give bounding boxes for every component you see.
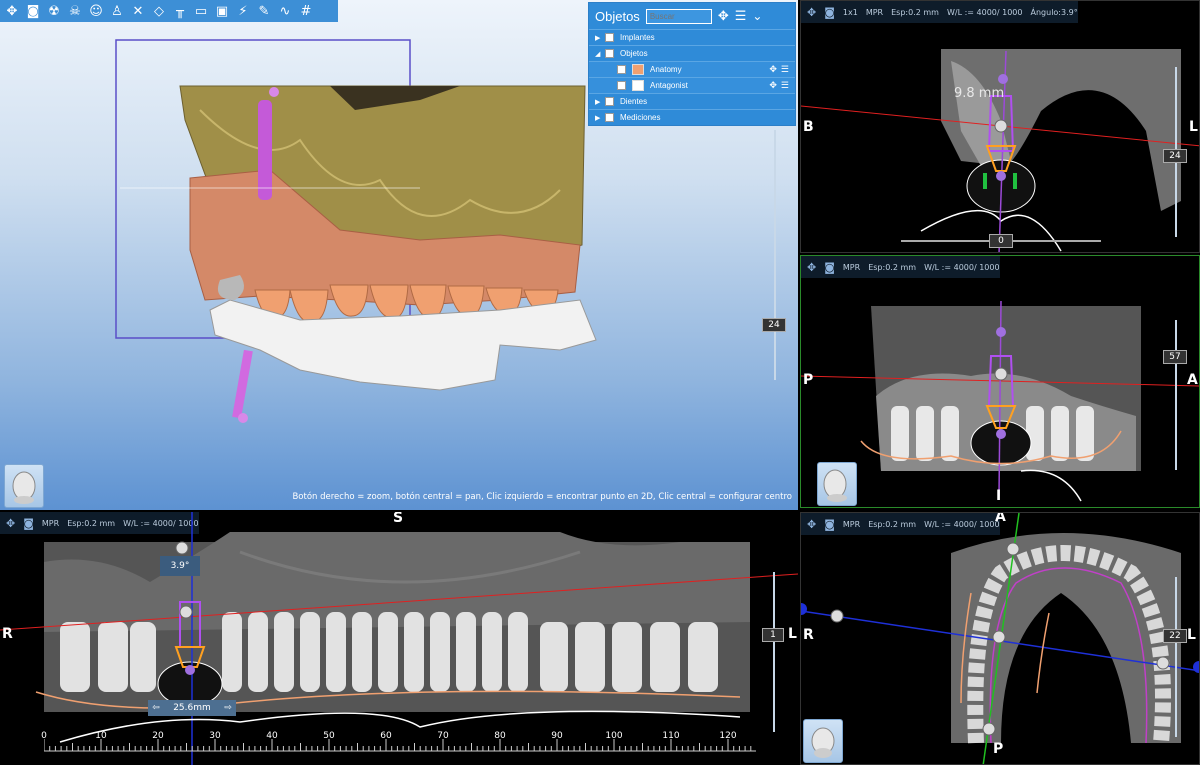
ruler-label: 100 — [605, 731, 623, 741]
view-panoramic[interactable]: ✥ ◙ MPR Esp:0.2 mm W/L := 4000/ 1000 3.9… — [0, 512, 798, 765]
tree-item-label: Implantes — [620, 33, 655, 42]
slice-slider-value[interactable]: 22 — [1163, 629, 1187, 643]
tree-item-label: Objetos — [620, 49, 648, 58]
slice-slider-track[interactable] — [773, 572, 775, 732]
slice-slider-track[interactable] — [1175, 577, 1177, 737]
expand-icon[interactable]: ▶ — [595, 34, 605, 42]
list-icon[interactable]: ☰ — [735, 9, 747, 24]
move-icon[interactable]: ✥ — [769, 64, 777, 75]
view-axial[interactable]: ✥ ◙ MPR Esp:0.2 mm W/L := 4000/ 1000 A R… — [800, 512, 1200, 765]
orientation-label-bottom: P — [993, 741, 1004, 757]
expand-icon[interactable]: ▶ — [595, 114, 605, 122]
view-sagittal[interactable]: ✥ ◙ MPR Esp:0.2 mm W/L := 4000/ 1000 P A… — [800, 255, 1200, 508]
objects-title: Objetos — [595, 8, 640, 24]
lower-jaw — [209, 299, 597, 391]
orientation-label-right: L — [1187, 627, 1196, 643]
tree-item-implantes[interactable]: ▶ Implantes — [589, 29, 795, 45]
tree-item-anatomy[interactable]: Anatomy ✥ ☰ — [589, 61, 795, 77]
tree-item-objetos[interactable]: ◢ Objetos — [589, 45, 795, 61]
chevron-down-icon[interactable]: ⌄ — [752, 9, 762, 23]
tree-item-label: Mediciones — [620, 113, 661, 122]
tree-item-antagonist[interactable]: Antagonist ✥ ☰ — [589, 77, 795, 93]
tree-item-label: Dientes — [620, 97, 648, 106]
head-icon — [12, 471, 36, 504]
head-top-icon — [811, 727, 835, 758]
ct-image — [0, 512, 798, 765]
slice-slider-value[interactable]: 24 — [1163, 149, 1187, 163]
ruler-label: 40 — [266, 731, 278, 741]
head-orientation-button[interactable] — [4, 464, 44, 508]
tree-item-label: Anatomy — [650, 65, 682, 74]
ruler-labels: 0 10 20 30 40 50 60 70 80 90 100 110 120 — [41, 729, 756, 749]
orientation-label-right: L — [1189, 119, 1198, 135]
objects-header: Objetos ✥ ☰ ⌄ — [589, 3, 795, 29]
mouse-hint: Botón derecho = zoom, botón central = pa… — [292, 492, 792, 502]
orientation-label-left: R — [803, 627, 814, 643]
ruler-label: 0 — [41, 731, 47, 741]
checkbox[interactable] — [605, 113, 614, 122]
checkbox[interactable] — [617, 65, 626, 74]
tree-item-mediciones[interactable]: ▶ Mediciones — [589, 109, 795, 125]
color-swatch[interactable] — [632, 80, 644, 91]
move-icon[interactable]: ✥ — [769, 80, 777, 91]
measurement-label[interactable]: 9.8 mm — [954, 86, 1004, 101]
ruler-label: 90 — [551, 731, 563, 741]
implant-3d — [258, 100, 272, 200]
ruler-label: 20 — [152, 731, 164, 741]
measurement-value: 25.6mm — [173, 703, 211, 713]
list-icon[interactable]: ☰ — [781, 80, 789, 91]
ruler-label: 120 — [719, 731, 737, 741]
slice-slider-track[interactable] — [1175, 320, 1177, 470]
ct-image — [801, 49, 1199, 252]
orientation-label-bottom: S — [995, 251, 1005, 252]
orientation-label-top: A — [995, 512, 1006, 525]
objects-search-input[interactable] — [645, 8, 712, 24]
orientation-label-top: S — [393, 512, 404, 526]
orientation-label-left: P — [803, 372, 814, 388]
collapse-icon[interactable]: ◢ — [595, 50, 605, 58]
tree-item-label: Antagonist — [650, 81, 688, 90]
expand-icon[interactable]: ▶ — [595, 98, 605, 106]
ruler-label: 110 — [662, 731, 680, 741]
checkbox[interactable] — [605, 97, 614, 106]
orientation-label-right: L — [788, 626, 797, 642]
head-orientation-button[interactable] — [803, 719, 843, 763]
angle-readout: 3.9° — [160, 556, 200, 576]
ruler-label: 50 — [323, 731, 335, 741]
ruler-label: 10 — [95, 731, 107, 741]
ct-image — [801, 513, 1199, 764]
slider-3d-value[interactable]: 24 — [762, 318, 786, 332]
orientation-label-left: B — [803, 119, 814, 135]
ruler-label: 30 — [209, 731, 221, 741]
orientation-label-bottom: I — [996, 488, 1002, 504]
list-icon[interactable]: ☰ — [781, 64, 789, 75]
color-swatch[interactable] — [632, 64, 644, 75]
orientation-label-right: A — [1187, 372, 1198, 388]
head-icon — [823, 469, 847, 502]
tree-item-dientes[interactable]: ▶ Dientes — [589, 93, 795, 109]
checkbox[interactable] — [617, 81, 626, 90]
app-root: ✥ ◙ ☢ ☠ ☺ ♙ ✕ ◇ ╥ ▭ ▣ ⚡ ✎ ∿ # 24 Botón d… — [0, 0, 1200, 765]
ruler-label: 70 — [437, 731, 449, 741]
ruler-label: 60 — [380, 731, 392, 741]
orientation-label-left: R — [2, 626, 13, 642]
arrow-right-icon[interactable]: ⇨ — [220, 703, 236, 713]
checkbox[interactable] — [605, 33, 614, 42]
head-orientation-button[interactable] — [817, 462, 857, 506]
ct-image — [801, 300, 1199, 502]
view-cross-section[interactable]: ✥ ◙ 1x1 MPR Esp:0.2 mm W/L := 4000/ 1000… — [800, 0, 1200, 253]
slice-slider-value[interactable]: 57 — [1163, 350, 1187, 364]
move-icon[interactable]: ✥ — [718, 9, 729, 24]
slice-slider-value[interactable]: 1 — [762, 628, 784, 642]
arrow-left-icon[interactable]: ⇦ — [148, 703, 164, 713]
measurement-control[interactable]: ⇦ 25.6mm ⇨ — [148, 700, 236, 716]
checkbox[interactable] — [605, 49, 614, 58]
horizontal-slider-value[interactable]: 0 — [989, 234, 1013, 248]
objects-panel: Objetos ✥ ☰ ⌄ ▶ Implantes ◢ Objetos Anat… — [588, 2, 796, 126]
ruler-label: 80 — [494, 731, 506, 741]
slider-3d-track[interactable] — [774, 130, 776, 380]
